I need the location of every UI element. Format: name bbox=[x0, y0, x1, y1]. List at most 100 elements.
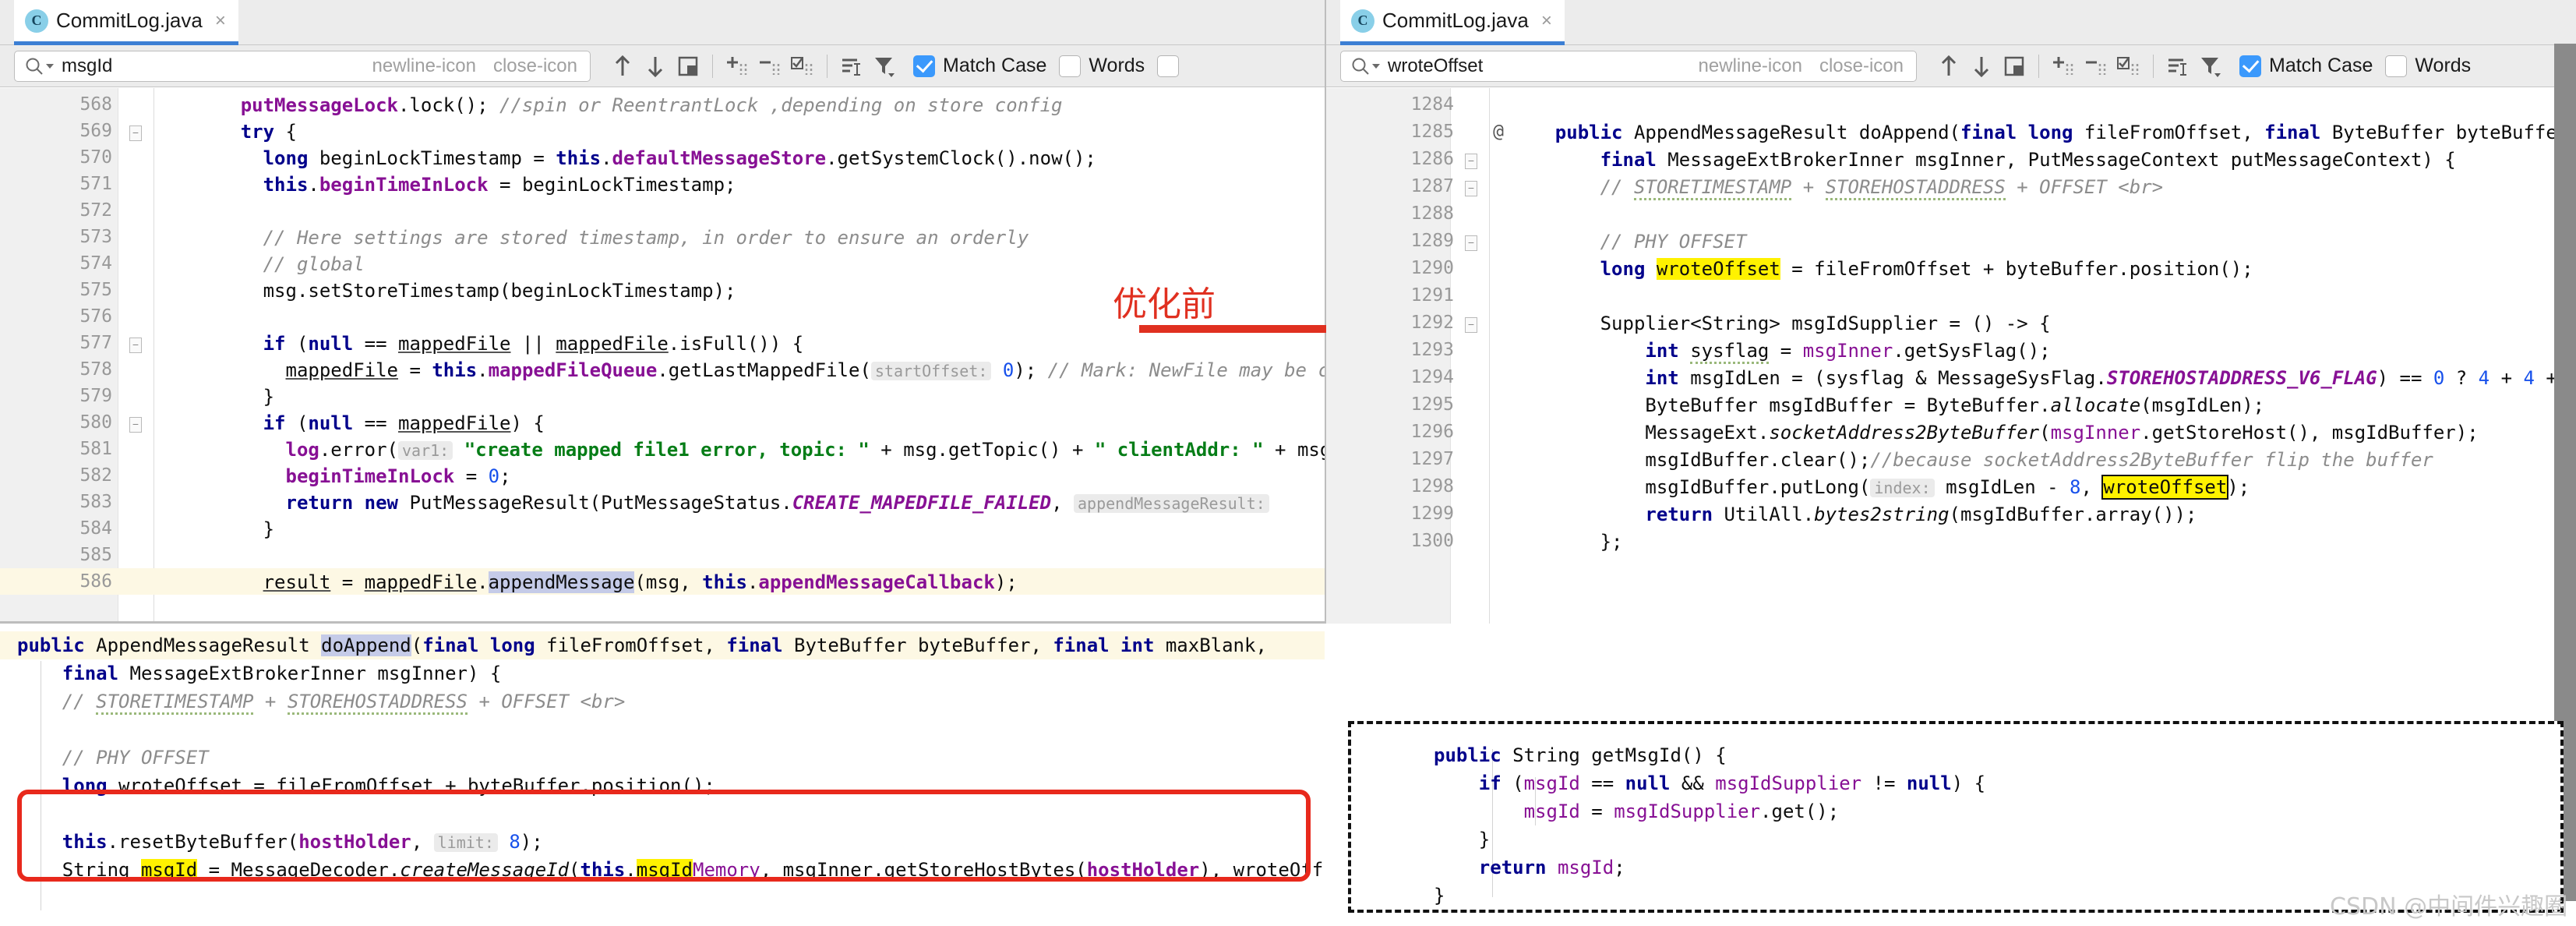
find-prev-button[interactable] bbox=[606, 50, 639, 83]
override-method-icon: @ bbox=[1493, 122, 1504, 142]
select-occurrence-icon[interactable] bbox=[786, 50, 819, 83]
line-number: 1289 bbox=[1411, 231, 1454, 251]
code-line[interactable]: mappedFile = this.mappedFileQueue.getLas… bbox=[286, 359, 1325, 381]
code-line[interactable]: beginTimeInLock = 0; bbox=[286, 465, 1325, 487]
code-line[interactable]: msgIdBuffer.putLong(index: msgIdLen - 8,… bbox=[1645, 476, 2576, 498]
line-number: 1297 bbox=[1411, 449, 1454, 469]
select-all-occurrences-icon[interactable] bbox=[672, 50, 704, 83]
left-code-editor[interactable]: 568putMessageLock.lock(); //spin or Reen… bbox=[0, 88, 1325, 624]
code-line[interactable]: if (null == mappedFile || mappedFile.isF… bbox=[263, 333, 1325, 355]
code-line[interactable]: // STORETIMESTAMP + STOREHOSTADDRESS + O… bbox=[62, 691, 1325, 712]
line-number: 581 bbox=[79, 439, 112, 459]
filter-icon[interactable] bbox=[868, 50, 901, 83]
code-line[interactable]: } bbox=[263, 386, 1325, 408]
line-number: 586 bbox=[79, 571, 112, 592]
screenshot-root: C CommitLog.java × msgId newline-icon bbox=[0, 0, 2576, 926]
left-lower-code-editor[interactable]: public AppendMessageResult doAppend(fina… bbox=[0, 630, 1325, 926]
match-case-label: Match Case bbox=[2269, 55, 2373, 77]
left-match-case-option[interactable]: Match Case bbox=[913, 55, 1046, 77]
code-line[interactable]: msgIdBuffer.clear();//because socketAddr… bbox=[1645, 449, 2576, 471]
right-search-input[interactable]: wroteOffset bbox=[1388, 55, 1686, 77]
newline-icon[interactable]: newline-icon bbox=[1694, 55, 1807, 77]
code-line[interactable]: putMessageLock.lock(); //spin or Reentra… bbox=[241, 94, 1325, 116]
line-number: 1288 bbox=[1411, 203, 1454, 224]
code-fold-toggle[interactable]: − bbox=[1465, 317, 1477, 333]
search-icon[interactable] bbox=[1350, 56, 1380, 76]
find-prev-button[interactable] bbox=[1932, 50, 1965, 83]
code-fold-toggle[interactable]: − bbox=[1465, 181, 1477, 196]
line-number: 584 bbox=[79, 518, 112, 539]
select-all-occurrences-icon[interactable] bbox=[1998, 50, 2031, 83]
right-code-editor[interactable]: 12841285@public AppendMessageResult doAp… bbox=[1326, 88, 2576, 624]
code-line[interactable]: // STORETIMESTAMP + STOREHOSTADDRESS + O… bbox=[1600, 176, 2576, 198]
code-line[interactable]: MessageExt.socketAddress2ByteBuffer(msgI… bbox=[1645, 422, 2576, 444]
close-icon[interactable]: × bbox=[1541, 10, 1552, 32]
left-fold-gutter bbox=[118, 88, 154, 624]
code-line[interactable]: return new PutMessageResult(PutMessageSt… bbox=[286, 492, 1325, 514]
left-search-field[interactable]: msgId newline-icon close-icon bbox=[14, 51, 591, 82]
line-number: 582 bbox=[79, 465, 112, 486]
words-checkbox[interactable] bbox=[2385, 55, 2407, 77]
code-fold-toggle[interactable]: − bbox=[129, 338, 142, 353]
find-next-button[interactable] bbox=[639, 50, 672, 83]
line-number: 1290 bbox=[1411, 258, 1454, 278]
remove-selection-icon[interactable] bbox=[2080, 50, 2112, 83]
code-line[interactable]: } bbox=[263, 518, 1325, 540]
search-icon[interactable] bbox=[24, 56, 54, 76]
match-case-checkbox[interactable] bbox=[2239, 55, 2261, 77]
code-fold-toggle[interactable]: − bbox=[1465, 235, 1477, 251]
right-match-case-option[interactable]: Match Case bbox=[2239, 55, 2373, 77]
left-words-option[interactable]: Words bbox=[1059, 55, 1145, 77]
clear-search-icon[interactable]: close-icon bbox=[1815, 55, 1908, 77]
code-line[interactable]: return UtilAll.bytes2string(msgIdBuffer.… bbox=[1645, 504, 2576, 525]
left-tab-commitlog[interactable]: C CommitLog.java × bbox=[14, 0, 238, 45]
right-tabbar: C CommitLog.java × bbox=[1326, 0, 2576, 45]
code-line[interactable]: }; bbox=[1600, 531, 2576, 553]
add-selection-icon[interactable] bbox=[2047, 50, 2080, 83]
code-fold-toggle[interactable]: − bbox=[129, 125, 142, 141]
code-line[interactable]: this.beginTimeInLock = beginLockTimestam… bbox=[263, 174, 1325, 196]
left-regex-option[interactable] bbox=[1157, 55, 1179, 77]
right-search-field[interactable]: wroteOffset newline-icon close-icon bbox=[1340, 51, 1917, 82]
filter-icon[interactable] bbox=[2194, 50, 2227, 83]
right-tab-commitlog[interactable]: C CommitLog.java × bbox=[1340, 0, 1565, 45]
code-line[interactable]: int sysflag = msgInner.getSysFlag(); bbox=[1645, 340, 2576, 362]
code-line[interactable]: result = mappedFile.appendMessage(msg, t… bbox=[263, 571, 1325, 593]
code-line[interactable]: long beginLockTimestamp = this.defaultMe… bbox=[263, 147, 1325, 169]
code-line[interactable]: if (null == mappedFile) { bbox=[263, 412, 1325, 434]
select-occurrence-icon[interactable] bbox=[2112, 50, 2145, 83]
code-line[interactable]: Supplier<String> msgIdSupplier = () -> { bbox=[1600, 313, 2576, 334]
code-line[interactable]: // global bbox=[263, 253, 1325, 275]
remove-selection-icon[interactable] bbox=[753, 50, 786, 83]
close-icon[interactable]: × bbox=[215, 10, 226, 32]
code-line[interactable]: int msgIdLen = (sysflag & MessageSysFlag… bbox=[1645, 367, 2576, 389]
line-number: 576 bbox=[79, 306, 112, 327]
code-line[interactable]: final MessageExtBrokerInner msgInner, Pu… bbox=[1600, 149, 2576, 171]
words-checkbox[interactable] bbox=[1059, 55, 1081, 77]
regex-checkbox[interactable] bbox=[1157, 55, 1179, 77]
preserve-case-icon[interactable] bbox=[835, 50, 868, 83]
code-fold-toggle[interactable]: − bbox=[129, 417, 142, 433]
code-line[interactable]: long wroteOffset = fileFromOffset + byte… bbox=[1600, 258, 2576, 280]
line-number: 1291 bbox=[1411, 285, 1454, 306]
code-line[interactable]: ByteBuffer msgIdBuffer = ByteBuffer.allo… bbox=[1645, 394, 2576, 416]
match-case-checkbox[interactable] bbox=[913, 55, 935, 77]
find-next-button[interactable] bbox=[1965, 50, 1998, 83]
line-number: 579 bbox=[79, 386, 112, 406]
code-line[interactable]: // Here settings are stored timestamp, i… bbox=[263, 227, 1325, 249]
code-line[interactable]: // PHY OFFSET bbox=[1600, 231, 2576, 253]
left-search-input[interactable]: msgId bbox=[62, 55, 360, 77]
clear-search-icon[interactable]: close-icon bbox=[489, 55, 582, 77]
match-case-label: Match Case bbox=[943, 55, 1046, 77]
add-selection-icon[interactable] bbox=[721, 50, 753, 83]
code-line[interactable]: public AppendMessageResult doAppend(fina… bbox=[1555, 122, 2576, 143]
right-words-option[interactable]: Words bbox=[2385, 55, 2471, 77]
code-fold-toggle[interactable]: − bbox=[1465, 154, 1477, 169]
code-line[interactable]: // PHY OFFSET bbox=[62, 747, 1325, 769]
code-line[interactable]: log.error(var1: "create mapped file1 err… bbox=[286, 439, 1325, 461]
preserve-case-icon[interactable] bbox=[2161, 50, 2194, 83]
code-line[interactable]: public AppendMessageResult doAppend(fina… bbox=[17, 634, 1325, 656]
code-line[interactable]: try { bbox=[241, 121, 1325, 143]
newline-icon[interactable]: newline-icon bbox=[368, 55, 481, 77]
code-line[interactable]: final MessageExtBrokerInner msgInner) { bbox=[62, 663, 1325, 684]
